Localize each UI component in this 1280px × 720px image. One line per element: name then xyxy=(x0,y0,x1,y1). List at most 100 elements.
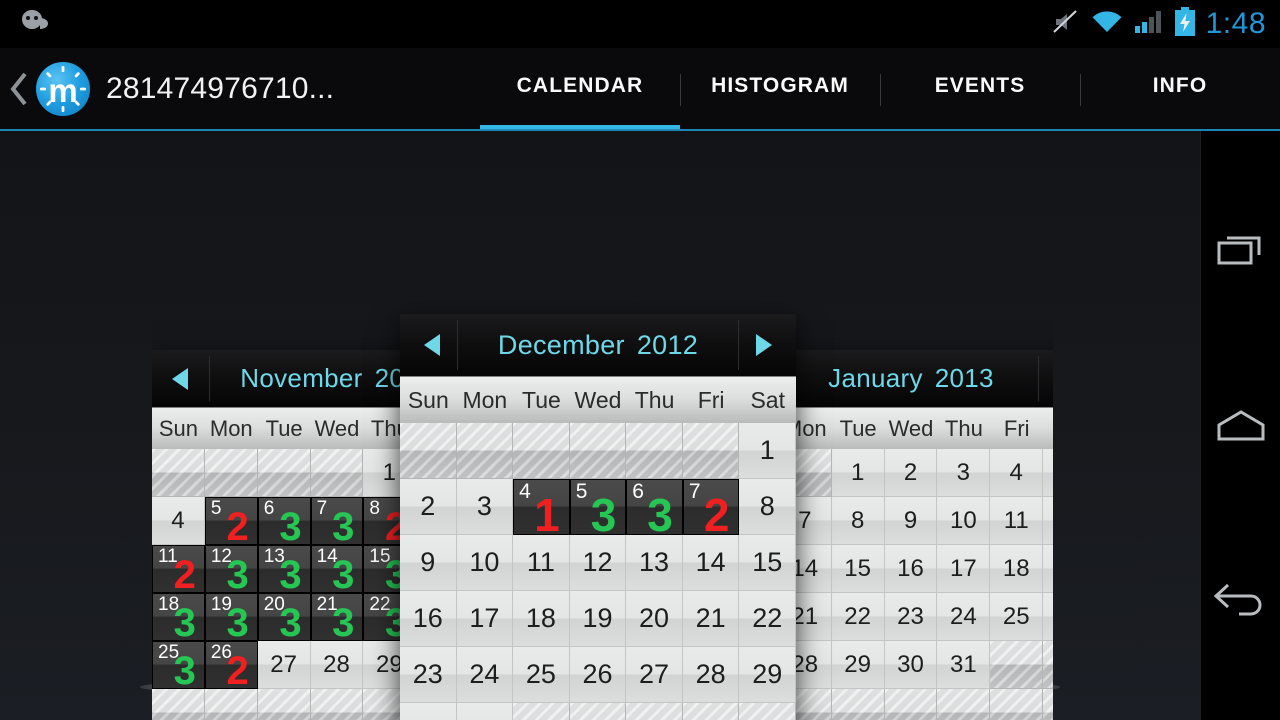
day-cell-with-value[interactable]: 11 2 xyxy=(152,545,205,595)
day-cell-with-value[interactable]: 53 xyxy=(569,479,627,538)
day-cell[interactable]: 12 xyxy=(1043,497,1053,545)
day-cell[interactable]: 2 xyxy=(884,449,938,497)
day-cell[interactable]: 10 xyxy=(937,497,991,545)
day-cell[interactable]: 8 xyxy=(739,479,796,535)
day-cell[interactable]: 23 xyxy=(400,647,457,703)
day-cell[interactable]: 25 xyxy=(513,647,570,703)
day-cell[interactable]: 8 xyxy=(831,497,885,545)
day-cell[interactable]: 31 xyxy=(937,641,991,689)
day-cell[interactable]: 3 xyxy=(937,449,991,497)
day-cell[interactable]: 25 xyxy=(990,593,1044,641)
day-cell-with-value[interactable]: 52 xyxy=(204,497,258,547)
day-number: 28 xyxy=(323,650,350,678)
day-cell[interactable]: 12 xyxy=(569,535,627,591)
day-cell-with-value[interactable]: 82 xyxy=(363,497,401,547)
tab-info[interactable]: INFO xyxy=(1080,48,1280,130)
home-icon[interactable] xyxy=(1201,371,1280,481)
day-cell[interactable]: 27 xyxy=(257,641,311,689)
day-cell[interactable]: 18 xyxy=(513,591,570,647)
day-cell[interactable]: 28 xyxy=(682,647,740,703)
day-cell[interactable]: 19 xyxy=(1043,545,1053,593)
next-month-arrow-icon[interactable] xyxy=(1038,350,1053,407)
day-value: 3 xyxy=(173,649,196,693)
day-cell[interactable]: 30 xyxy=(400,703,457,720)
day-cell[interactable]: 24 xyxy=(937,593,991,641)
day-cell-with-value[interactable]: 73 xyxy=(310,497,364,547)
tab-calendar[interactable]: CALENDAR xyxy=(480,48,680,130)
day-cell[interactable]: 20 xyxy=(626,591,683,647)
day-cell[interactable]: 10 xyxy=(456,535,514,591)
day-cell-with-value[interactable]: 25 3 xyxy=(152,641,205,693)
recents-icon[interactable] xyxy=(1201,196,1280,306)
back-icon[interactable] xyxy=(1201,545,1280,655)
prev-month-arrow-icon[interactable] xyxy=(152,350,210,407)
day-cell[interactable]: 16 xyxy=(400,591,457,647)
day-cell[interactable]: 21 xyxy=(795,593,832,641)
day-cell-with-value[interactable]: 15 3 xyxy=(363,545,401,595)
month-panel-november[interactable]: November2012SunMonTueWedThuFriSat1234526… xyxy=(152,350,401,720)
next-month-arrow-icon[interactable] xyxy=(730,314,796,376)
day-number: 1 xyxy=(850,458,865,486)
day-cell[interactable]: 9 xyxy=(884,497,938,545)
day-cell[interactable]: 23 xyxy=(884,593,938,641)
day-cell-with-value[interactable]: 26 2 xyxy=(204,641,258,691)
day-cell-with-value[interactable]: 72 xyxy=(682,479,740,538)
day-cell[interactable]: 14 xyxy=(795,545,832,593)
day-cell[interactable]: 1 xyxy=(739,423,796,479)
day-cell-with-value[interactable]: 18 3 xyxy=(152,593,205,643)
day-cell-with-value[interactable]: 22 3 xyxy=(363,593,401,643)
day-cell[interactable]: 28 xyxy=(795,641,832,689)
day-cell[interactable]: 29 xyxy=(363,641,401,689)
day-cell[interactable]: 26 xyxy=(1043,593,1053,641)
day-cell[interactable]: 18 xyxy=(990,545,1044,593)
day-cell[interactable]: 29 xyxy=(831,641,885,689)
day-cell-with-value[interactable]: 13 3 xyxy=(257,545,311,595)
day-cell-with-value[interactable]: 21 3 xyxy=(310,593,364,643)
day-cell[interactable]: 5 xyxy=(1043,449,1053,497)
status-bar-left xyxy=(0,7,56,42)
day-cell[interactable]: 14 xyxy=(682,535,740,591)
day-cell-with-value[interactable]: 63 xyxy=(257,497,311,547)
day-cell[interactable]: 17 xyxy=(456,591,514,647)
day-cell[interactable]: 1 xyxy=(831,449,885,497)
back-chevron-icon[interactable] xyxy=(8,72,30,106)
day-cell[interactable]: 13 xyxy=(626,535,683,591)
tab-histogram[interactable]: HISTOGRAM xyxy=(680,48,880,130)
day-cell-with-value[interactable]: 41 xyxy=(513,479,570,538)
day-cell[interactable]: 9 xyxy=(400,535,457,591)
month-panel-december[interactable]: December 2012 Sun Mon Tue Wed Thu Fri Sat 1 2 3 4 1 5 3… xyxy=(400,314,796,720)
day-cell[interactable]: 22 xyxy=(831,593,885,641)
day-cell[interactable]: 21 xyxy=(682,591,740,647)
day-cell[interactable]: 16 xyxy=(884,545,938,593)
day-cell[interactable]: 30 xyxy=(884,641,938,689)
day-cell[interactable]: 11 xyxy=(513,535,570,591)
day-cell[interactable]: 27 xyxy=(626,647,683,703)
day-cell[interactable]: 11 xyxy=(990,497,1044,545)
day-cell-with-value[interactable]: 19 3 xyxy=(204,593,258,643)
app-logo-icon[interactable]: m xyxy=(36,62,90,116)
day-cell-with-value[interactable]: 14 3 xyxy=(310,545,364,595)
day-cell[interactable]: 3 xyxy=(456,479,514,535)
day-cell[interactable]: 26 xyxy=(569,647,627,703)
tab-events[interactable]: EVENTS xyxy=(880,48,1080,130)
day-cell-with-value[interactable]: 12 3 xyxy=(204,545,258,595)
day-cell[interactable]: 31 xyxy=(456,703,514,720)
day-cell[interactable]: 17 xyxy=(937,545,991,593)
day-cell[interactable]: 7 xyxy=(795,497,832,545)
month-panel-january[interactable]: January2013SunMonTueWedThuFriSat12345678… xyxy=(795,350,1053,720)
day-number: 24 xyxy=(469,659,500,689)
day-cell[interactable]: 15 xyxy=(831,545,885,593)
day-cell[interactable]: 24 xyxy=(456,647,514,703)
day-cell[interactable]: 2 xyxy=(400,479,457,535)
day-cell[interactable]: 15 xyxy=(739,535,796,591)
day-cell-with-value[interactable]: 63 xyxy=(626,479,683,538)
day-cell[interactable]: 28 xyxy=(310,641,364,689)
day-cell-empty xyxy=(456,423,514,479)
day-cell-with-value[interactable]: 20 3 xyxy=(257,593,311,643)
day-cell[interactable]: 4 xyxy=(152,497,205,545)
day-cell[interactable]: 1 xyxy=(363,449,401,497)
day-cell[interactable]: 4 xyxy=(990,449,1044,497)
day-cell[interactable]: 19 xyxy=(569,591,627,647)
day-cell[interactable]: 22 xyxy=(739,591,796,647)
day-cell[interactable]: 29 xyxy=(739,647,796,703)
